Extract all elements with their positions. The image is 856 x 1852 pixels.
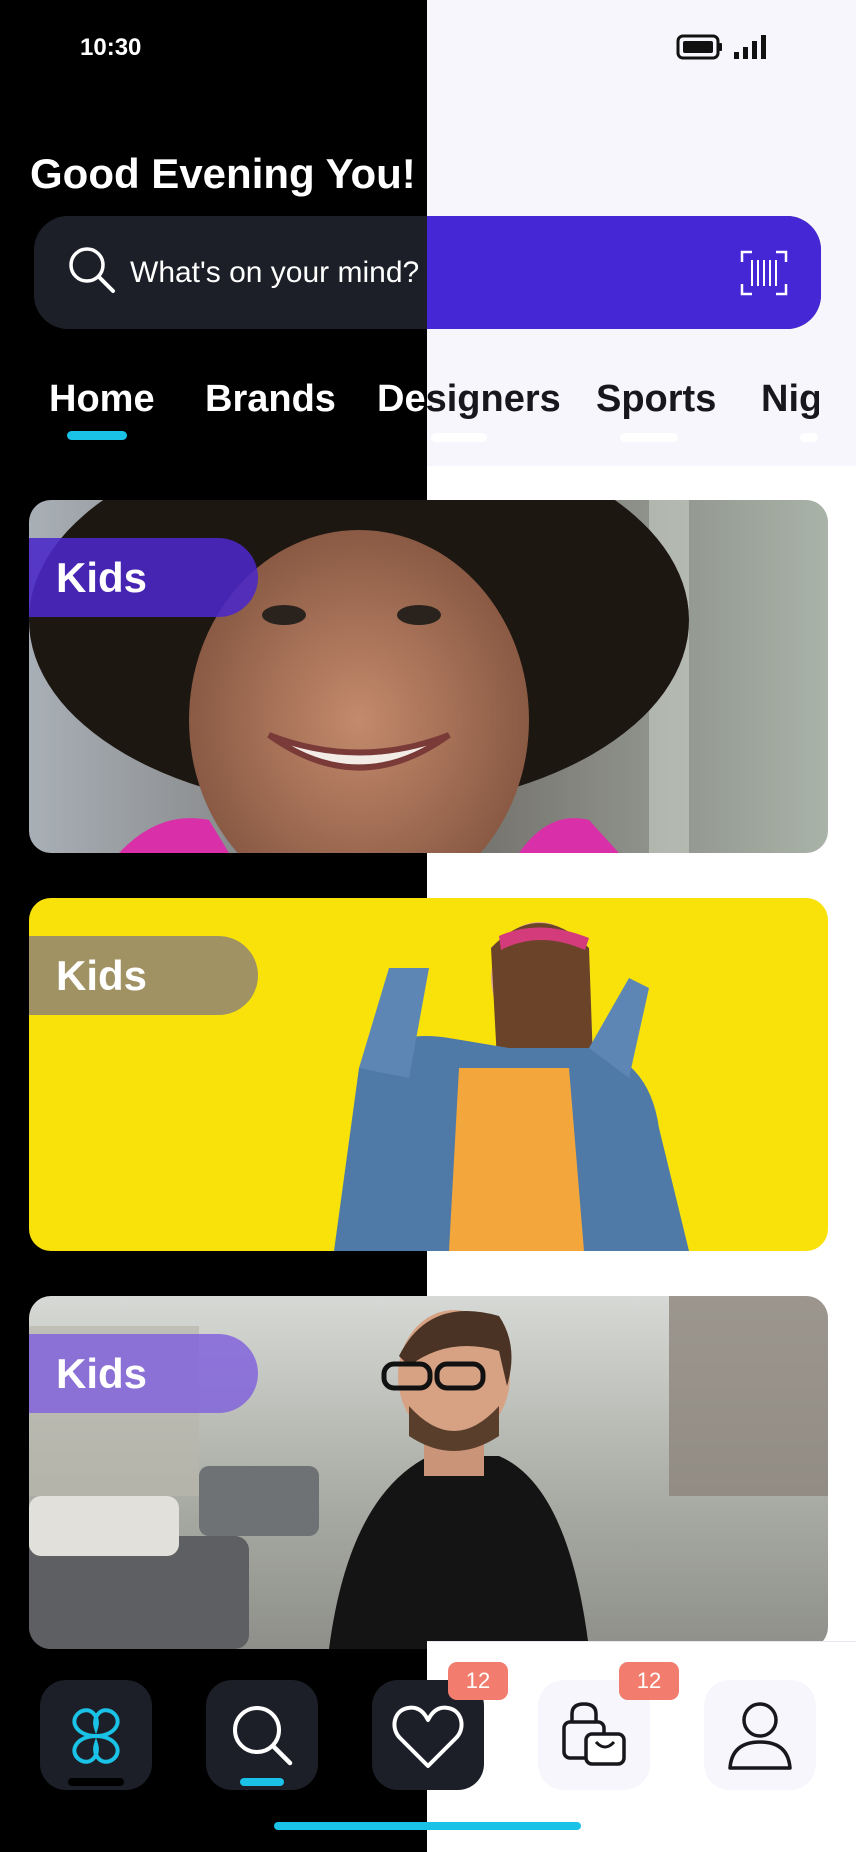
category-tabs: Home Brands Designers Designers Sports N… bbox=[0, 378, 856, 448]
category-card-2[interactable]: Kids bbox=[29, 898, 828, 1251]
tab-home-underline bbox=[67, 431, 127, 440]
category-card-1[interactable]: Kids bbox=[29, 500, 828, 853]
favorites-badge: 12 bbox=[448, 1662, 508, 1700]
search-icon bbox=[69, 247, 115, 293]
nav-search-button[interactable] bbox=[206, 1680, 318, 1790]
nav-home-button[interactable] bbox=[40, 1680, 152, 1790]
profile-icon bbox=[728, 1702, 792, 1770]
greeting-title: Good Evening You! bbox=[30, 150, 416, 197]
card-label: Kids bbox=[29, 1334, 258, 1413]
logo-icon bbox=[72, 1708, 120, 1764]
barcode-scan-icon[interactable] bbox=[740, 250, 788, 296]
search-input[interactable]: What's on your mind? bbox=[130, 256, 419, 290]
home-indicator[interactable] bbox=[274, 1822, 581, 1830]
nav-search-indicator bbox=[240, 1778, 284, 1786]
card-label: Kids bbox=[29, 936, 258, 1015]
bag-badge: 12 bbox=[619, 1662, 679, 1700]
signal-icon bbox=[734, 35, 766, 59]
tab-nig[interactable]: Nig bbox=[761, 378, 819, 421]
search-bar[interactable]: What's on your mind? bbox=[34, 216, 821, 329]
bottom-navigation: 12 12 bbox=[0, 1642, 856, 1852]
tab-sports-underline bbox=[620, 433, 678, 442]
tab-nig-underline bbox=[800, 433, 818, 442]
battery-icon bbox=[676, 34, 722, 60]
card-label: Kids bbox=[29, 538, 258, 617]
tab-designers-dark[interactable]: Designers bbox=[377, 378, 427, 421]
nav-profile-button[interactable] bbox=[704, 1680, 816, 1790]
status-icons bbox=[676, 34, 766, 60]
nav-home-indicator bbox=[68, 1778, 124, 1786]
tab-brands[interactable]: Brands bbox=[205, 378, 336, 421]
status-time: 10:30 bbox=[80, 34, 142, 61]
search-icon bbox=[233, 1706, 293, 1766]
tab-home[interactable]: Home bbox=[49, 378, 155, 421]
tab-designers-underline bbox=[431, 433, 487, 442]
tab-sports[interactable]: Sports bbox=[596, 378, 716, 421]
category-card-3[interactable]: Kids bbox=[29, 1296, 828, 1649]
